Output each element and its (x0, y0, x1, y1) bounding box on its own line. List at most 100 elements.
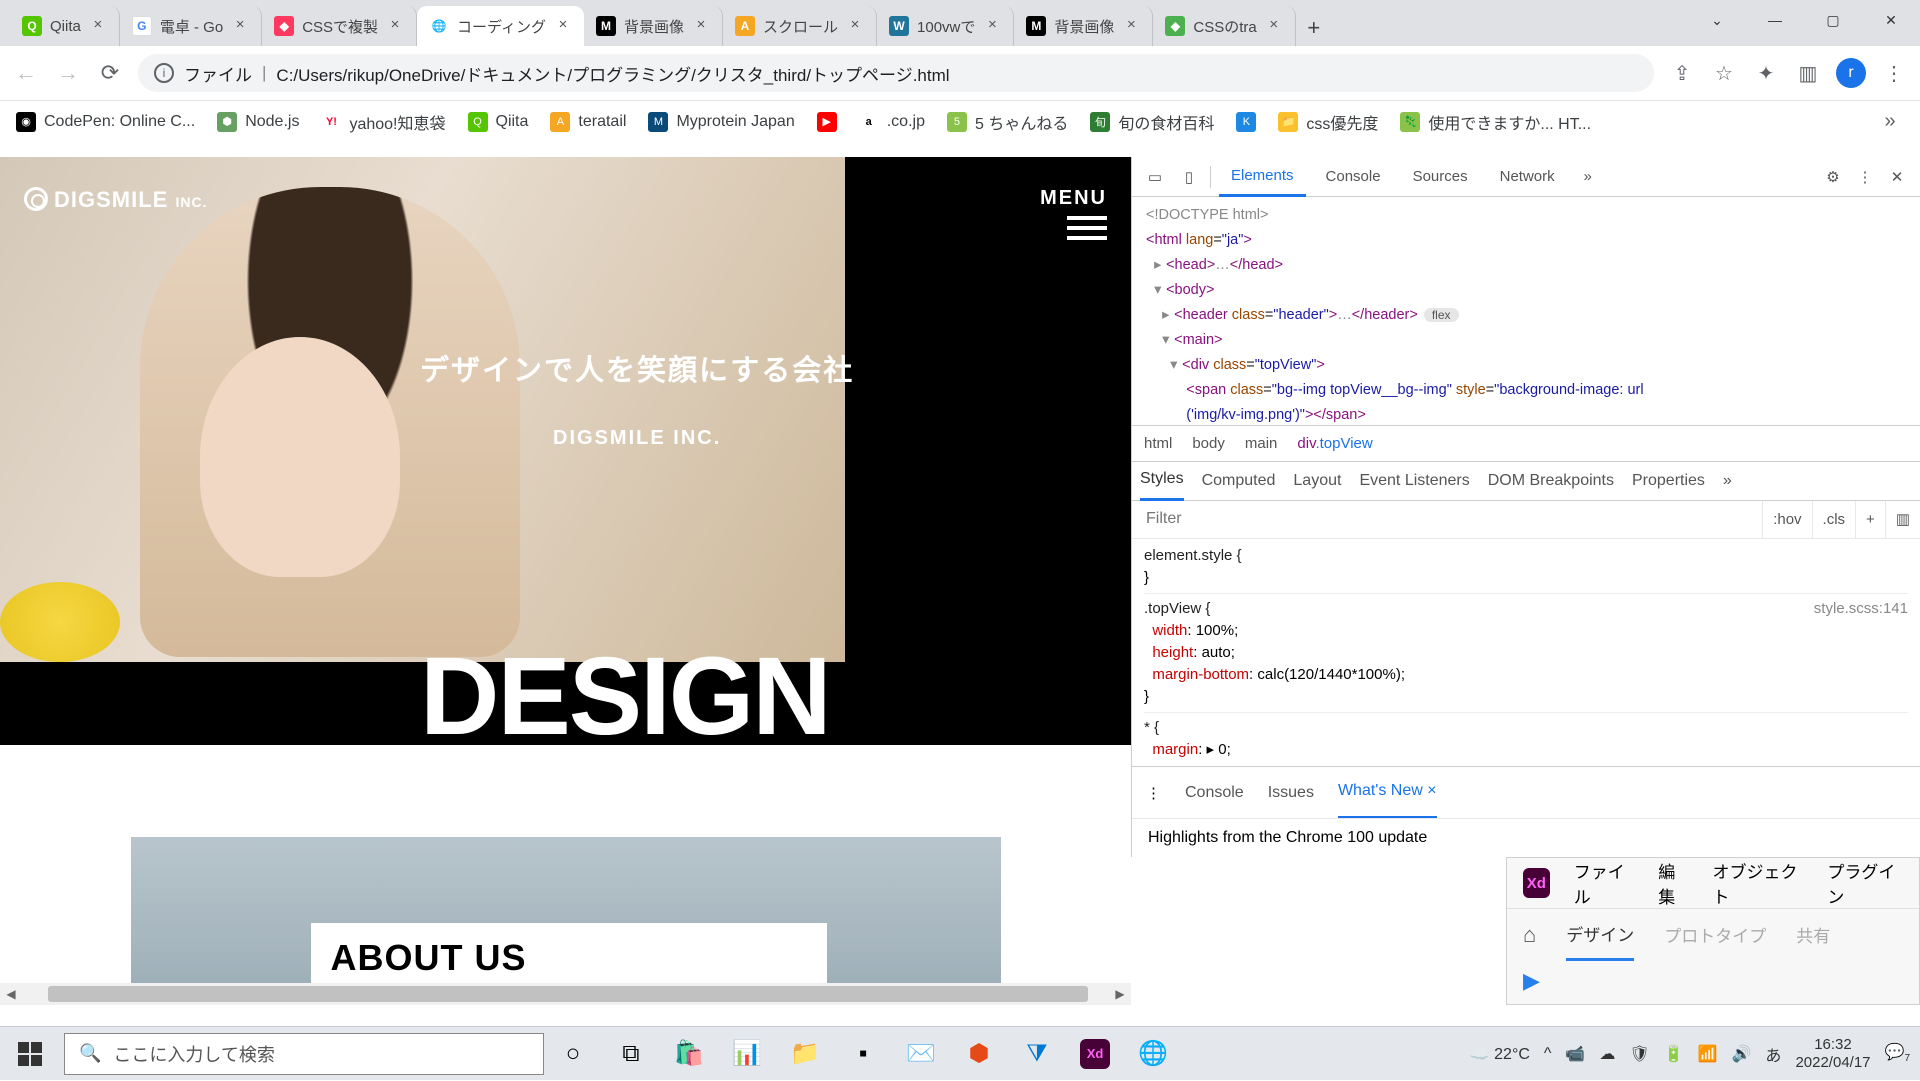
close-icon[interactable]: × (231, 17, 249, 35)
hov-toggle[interactable]: :hov (1762, 501, 1811, 538)
bookmark-item[interactable]: Y!yahoo!知恵袋 (321, 110, 445, 134)
close-icon[interactable]: × (846, 17, 864, 35)
bookmark-item[interactable]: ▶ (817, 112, 837, 132)
maximize-icon[interactable]: ▢ (1804, 0, 1862, 40)
explorer-icon[interactable]: 📁 (784, 1033, 826, 1075)
xd-menu-file[interactable]: ファイル (1574, 858, 1635, 908)
volume-icon[interactable]: 🔊 (1732, 1044, 1752, 1064)
new-tab-button[interactable]: + (1296, 10, 1332, 46)
security-icon[interactable]: 🛡 (1629, 1044, 1649, 1064)
tab-properties[interactable]: Properties (1632, 472, 1705, 490)
xd-mode-prototype[interactable]: プロトタイプ (1664, 922, 1766, 947)
bookmark-item[interactable]: K (1236, 112, 1256, 132)
cls-toggle[interactable]: .cls (1812, 501, 1856, 538)
tab-network[interactable]: Network (1488, 157, 1567, 197)
scroll-right-icon[interactable]: ▶ (1109, 983, 1131, 1005)
drawer-tab-issues[interactable]: Issues (1268, 784, 1314, 802)
tab-4[interactable]: M背景画像× (584, 6, 723, 46)
office-icon[interactable]: ⬢ (958, 1033, 1000, 1075)
more-styles-tabs-icon[interactable]: » (1723, 472, 1732, 490)
vscode-icon[interactable]: ⧩ (1016, 1033, 1058, 1075)
close-icon[interactable]: × (89, 17, 107, 35)
bookmark-item[interactable]: Ateratail (550, 112, 626, 132)
site-logo[interactable]: DIGSMILE INC. (24, 187, 207, 246)
bookmark-item[interactable]: ⬢Node.js (217, 112, 299, 132)
scroll-thumb[interactable] (48, 986, 1088, 1002)
settings-icon[interactable]: ⚙ (1820, 166, 1846, 188)
bookmark-star-icon[interactable]: ☆ (1710, 59, 1738, 87)
profile-avatar[interactable]: r (1836, 58, 1866, 88)
close-icon[interactable]: × (554, 17, 572, 35)
tab-elements[interactable]: Elements (1219, 157, 1306, 197)
hamburger-icon[interactable] (1067, 216, 1107, 240)
close-icon[interactable]: × (983, 17, 1001, 35)
meet-now-icon[interactable]: 📹 (1565, 1044, 1585, 1064)
bookmark-item[interactable]: 55 ちゃんねる (947, 110, 1068, 134)
styles-pane-toggle-icon[interactable]: ▥ (1885, 501, 1920, 538)
close-icon[interactable]: × (386, 17, 404, 35)
sidepanel-icon[interactable]: ▥ (1794, 59, 1822, 87)
mail-icon[interactable]: ✉️ (900, 1033, 942, 1075)
tab-console[interactable]: Console (1314, 157, 1393, 197)
ime-indicator[interactable]: あ (1765, 1042, 1781, 1066)
xd-menu-object[interactable]: オブジェクト (1713, 858, 1804, 908)
tray-chevron-icon[interactable]: ^ (1544, 1045, 1552, 1063)
tab-8[interactable]: ◆CSSのtra× (1153, 6, 1295, 46)
clock[interactable]: 16:322022/04/17 (1795, 1036, 1870, 1072)
app-icon[interactable]: 📊 (726, 1033, 768, 1075)
terminal-icon[interactable]: ▪ (842, 1033, 884, 1075)
xd-menu-edit[interactable]: 編集 (1658, 858, 1688, 908)
bookmark-item[interactable]: a.co.jp (859, 112, 925, 132)
bookmarks-overflow-icon[interactable]: » (1876, 108, 1904, 136)
reload-icon[interactable]: ⟳ (96, 59, 124, 87)
tab-7[interactable]: M背景画像× (1014, 6, 1153, 46)
bookmark-item[interactable]: MMyprotein Japan (648, 112, 794, 132)
drawer-tab-whatsnew[interactable]: What's New × (1338, 767, 1437, 819)
styles-pane[interactable]: element.style { } .topView {style.scss:1… (1132, 539, 1920, 767)
bookmark-item[interactable]: QQiita (468, 112, 529, 132)
tab-5[interactable]: Aスクロール× (723, 6, 877, 46)
styles-filter-input[interactable] (1132, 510, 1762, 528)
start-button[interactable] (0, 1027, 60, 1081)
more-tabs-icon[interactable]: » (1575, 166, 1601, 188)
tab-1[interactable]: G電卓 - Go× (120, 6, 262, 46)
scroll-left-icon[interactable]: ◀ (0, 983, 22, 1005)
close-icon[interactable]: × (1427, 782, 1436, 800)
tab-layout[interactable]: Layout (1293, 472, 1341, 490)
forward-icon[interactable]: → (54, 59, 82, 87)
wifi-icon[interactable]: 📶 (1698, 1044, 1718, 1064)
notifications-icon[interactable]: 💬7 (1885, 1042, 1910, 1064)
dom-tree[interactable]: <!DOCTYPE html> <html lang="ja"> ▸<head>… (1132, 197, 1920, 425)
bookmark-item[interactable]: 旬旬の食材百科 (1090, 110, 1214, 134)
devtools-close-icon[interactable]: ✕ (1884, 166, 1910, 188)
inspect-icon[interactable]: ▭ (1142, 166, 1168, 188)
url-input[interactable]: i ファイル | C:/Users/rikup/OneDrive/ドキュメント/… (138, 54, 1654, 92)
taskbar-search[interactable]: 🔍ここに入力して検索 (64, 1033, 544, 1075)
tab-2[interactable]: ◆CSSで複製× (262, 6, 417, 46)
horizontal-scrollbar[interactable]: ◀ ▶ (0, 983, 1131, 1005)
chrome-menu-icon[interactable]: ⋮ (1880, 59, 1908, 87)
task-view-icon[interactable]: ⧉ (610, 1033, 652, 1075)
tab-sources[interactable]: Sources (1401, 157, 1480, 197)
xd-app-icon[interactable]: Xd (1523, 868, 1550, 898)
close-icon[interactable]: × (692, 17, 710, 35)
bookmark-item[interactable]: ◉CodePen: Online C... (16, 112, 195, 132)
breadcrumb[interactable]: html body main div.topView (1132, 425, 1920, 461)
back-icon[interactable]: ← (12, 59, 40, 87)
xd-menu-plugin[interactable]: プラグイン (1827, 858, 1903, 908)
play-icon[interactable]: ▶ (1507, 960, 1919, 1002)
share-icon[interactable]: ⇪ (1668, 59, 1696, 87)
onedrive-icon[interactable]: ☁ (1599, 1044, 1615, 1064)
tab-event-listeners[interactable]: Event Listeners (1359, 472, 1469, 490)
minimize-icon[interactable]: — (1746, 0, 1804, 40)
tab-3[interactable]: 🌐コーディング× (417, 6, 584, 46)
cortana-icon[interactable]: ○ (552, 1033, 594, 1075)
drawer-tab-console[interactable]: Console (1185, 784, 1244, 802)
devtools-menu-icon[interactable]: ⋮ (1852, 166, 1878, 188)
tabs-dropdown-icon[interactable]: ⌄ (1688, 0, 1746, 40)
new-rule-icon[interactable]: + (1855, 501, 1885, 538)
bookmark-item[interactable]: 📁css優先度 (1278, 110, 1378, 134)
drawer-menu-icon[interactable]: ⋮ (1146, 784, 1161, 802)
xd-mode-design[interactable]: デザイン (1566, 909, 1634, 961)
close-icon[interactable]: × (1265, 17, 1283, 35)
